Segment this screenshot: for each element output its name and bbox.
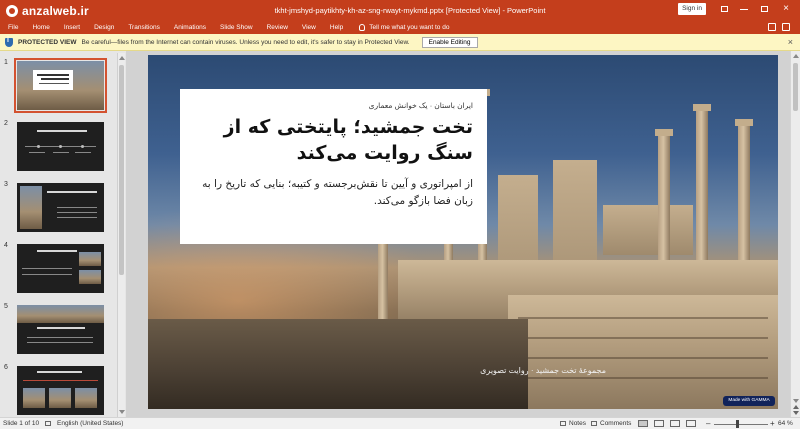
ribbon-tabs: File Home Insert Design Transitions Anim… — [0, 20, 800, 34]
minimize-button[interactable] — [736, 2, 752, 16]
tab-file[interactable]: File — [8, 24, 18, 31]
slide-headline: تخت جمشید؛ پایتختی که از سنگ روایت می‌کن… — [223, 116, 473, 164]
proofing-icon[interactable] — [45, 420, 54, 427]
notes-label: Notes — [569, 420, 586, 427]
tell-me-search[interactable]: Tell me what you want to do — [359, 23, 450, 31]
slide-thumbnail-3[interactable] — [17, 183, 104, 232]
made-with-badge[interactable]: Made with GAMMA — [723, 396, 775, 406]
tab-slide-show[interactable]: Slide Show — [220, 24, 253, 31]
protected-view-message: Be careful—files from the Internet can c… — [81, 38, 410, 46]
tab-help[interactable]: Help — [330, 24, 343, 31]
tab-transitions[interactable]: Transitions — [128, 24, 160, 31]
next-slide-icon[interactable] — [793, 411, 799, 415]
slide-number: 1 — [4, 59, 8, 66]
maximize-button[interactable] — [756, 2, 772, 16]
title-bar: anzalweb.ir tkht-jmshyd-paytikhty-kh-az-… — [0, 0, 800, 20]
slide-thumbnail-6[interactable] — [17, 366, 104, 415]
comments-icon[interactable] — [782, 23, 790, 31]
slide-subtitle: از امپراتوری و آیین تا نقش‌برجسته و کتیب… — [202, 178, 473, 207]
slide-scrollbar[interactable] — [790, 51, 800, 417]
scroll-up-icon[interactable] — [119, 56, 125, 60]
close-button[interactable]: × — [778, 2, 794, 16]
slide-thumbnail-2[interactable] — [17, 122, 104, 171]
thumbnail-scrollbar[interactable] — [117, 53, 125, 417]
comments-label: Comments — [600, 420, 632, 427]
enable-editing-button[interactable]: Enable Editing — [421, 36, 478, 48]
slide-number: 6 — [4, 364, 8, 371]
slide-kicker: ایران باستان · یک خوانش معماری — [368, 101, 473, 110]
language-indicator[interactable]: English (United States) — [57, 420, 123, 427]
lightbulb-icon — [359, 23, 366, 31]
slide-count: Slide 1 of 10 — [3, 420, 40, 427]
zoom-level[interactable]: 64 % — [778, 420, 793, 427]
slide-thumbnail-1[interactable] — [14, 58, 107, 113]
slide-number: 5 — [4, 303, 8, 310]
document-name: tkht-jmshyd-paytikhty-kh-az-sng-rwayt-my… — [274, 6, 501, 15]
share-controls — [768, 23, 790, 31]
slide-caption: مجموعهٔ تخت جمشید · روایت تصویری — [480, 366, 606, 375]
scroll-up-icon[interactable] — [793, 54, 799, 58]
slide-number: 4 — [4, 242, 8, 249]
slide-sorter-icon[interactable] — [654, 420, 664, 427]
tab-view[interactable]: View — [302, 24, 316, 31]
status-bar: Slide 1 of 10 English (United States) No… — [0, 417, 800, 429]
normal-view-icon[interactable] — [638, 420, 648, 427]
zoom-out-icon[interactable]: – — [706, 419, 710, 428]
ribbon-display-options-icon[interactable] — [716, 2, 732, 16]
scroll-down-icon[interactable] — [119, 410, 125, 414]
slide-thumbnail-5[interactable] — [17, 305, 104, 354]
comments-button[interactable]: Comments — [591, 420, 631, 427]
previous-slide-icon[interactable] — [793, 405, 799, 409]
slide-thumbnail-4[interactable] — [17, 244, 104, 293]
slide-number: 2 — [4, 120, 8, 127]
tab-design[interactable]: Design — [94, 24, 114, 31]
tab-insert[interactable]: Insert — [64, 24, 80, 31]
tab-animations[interactable]: Animations — [174, 24, 206, 31]
slide-show-icon[interactable] — [686, 420, 696, 427]
zoom-slider[interactable] — [714, 424, 768, 425]
zoom-slider-handle[interactable] — [736, 420, 739, 428]
zoom-in-icon[interactable]: + — [770, 419, 775, 428]
title-text-box[interactable]: ایران باستان · یک خوانش معماری تخت جمشید… — [180, 89, 487, 244]
close-icon[interactable]: × — [788, 37, 793, 47]
slide-number: 3 — [4, 181, 8, 188]
scroll-down-icon[interactable] — [793, 399, 799, 403]
reading-view-icon[interactable] — [670, 420, 680, 427]
sign-in-button[interactable]: Sign in — [678, 3, 706, 15]
app-name: PowerPoint — [507, 6, 546, 15]
protected-view-label: PROTECTED VIEW — [18, 38, 77, 46]
tab-review[interactable]: Review — [267, 24, 288, 31]
notes-button[interactable]: Notes — [560, 420, 586, 427]
tell-me-label: Tell me what you want to do — [369, 23, 450, 31]
slide-thumbnail-pane: 1 2 3 4 5 6 — [0, 51, 126, 417]
shield-icon — [5, 37, 13, 47]
share-icon[interactable] — [768, 23, 776, 31]
tab-home[interactable]: Home — [32, 24, 49, 31]
protected-view-bar: PROTECTED VIEW Be careful—files from the… — [0, 34, 800, 51]
